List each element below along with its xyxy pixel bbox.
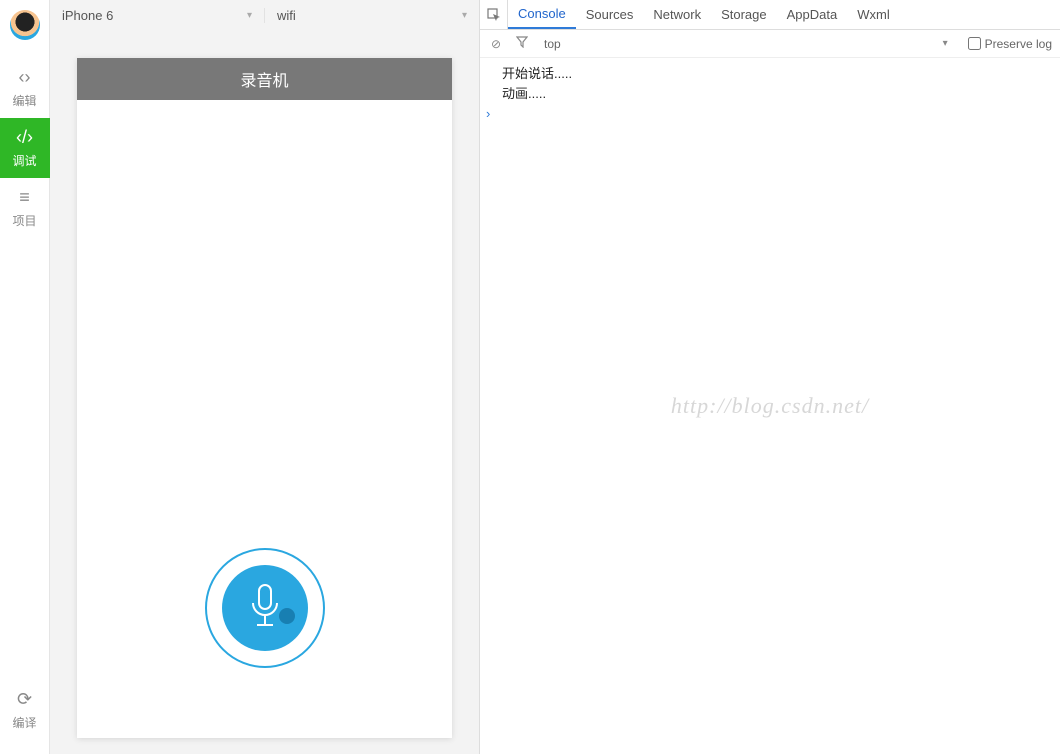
sidebar-item-label: 调试	[12, 152, 36, 169]
tab-label: Console	[518, 6, 566, 21]
console-line: 开始说话.....	[498, 64, 1060, 84]
tab-sources[interactable]: Sources	[576, 0, 644, 29]
record-button[interactable]	[205, 548, 325, 668]
tab-wxml[interactable]: Wxml	[847, 0, 900, 29]
sidebar-item-debug[interactable]: ‹/› 调试	[0, 118, 50, 178]
microphone-icon	[245, 583, 285, 633]
tab-label: Storage	[721, 7, 767, 22]
device-select[interactable]: iPhone 6 ▾	[50, 8, 265, 23]
console-prompt-icon: ›	[486, 104, 490, 124]
sidebar-item-project[interactable]: ≡ 项目	[0, 178, 50, 238]
chevron-down-icon: ▾	[247, 10, 252, 21]
console-line: 动画.....	[498, 84, 1060, 104]
debug-icon: ‹/›	[16, 127, 33, 148]
sidebar-item-compile[interactable]: ⟳ 编译	[0, 680, 50, 740]
left-sidebar: ‹› 编辑 ‹/› 调试 ≡ 项目 ⟳ 编译	[0, 0, 50, 754]
sidebar-item-edit[interactable]: ‹› 编辑	[0, 58, 50, 118]
console-toolbar: ⊘ top ▾ Preserve log	[480, 30, 1060, 58]
record-core	[222, 565, 308, 651]
tab-label: AppData	[787, 7, 838, 22]
chevron-down-icon: ▾	[943, 38, 948, 49]
tab-label: Sources	[586, 7, 634, 22]
chevron-down-icon: ▾	[462, 10, 467, 21]
context-select[interactable]: top	[544, 37, 561, 51]
tab-label: Wxml	[857, 7, 890, 22]
code-icon: ‹›	[19, 67, 31, 88]
preserve-log-toggle[interactable]: Preserve log	[968, 37, 1052, 51]
devtools-tabs: Console Sources Network Storage AppData …	[480, 0, 1060, 30]
tab-network[interactable]: Network	[643, 0, 711, 29]
preserve-log-label: Preserve log	[985, 37, 1052, 51]
phone-frame: 录音机	[77, 58, 452, 738]
compile-icon: ⟳	[17, 689, 32, 710]
network-select-value: wifi	[277, 8, 296, 23]
tab-appdata[interactable]: AppData	[777, 0, 848, 29]
tab-storage[interactable]: Storage	[711, 0, 777, 29]
tab-label: Network	[653, 7, 701, 22]
device-select-value: iPhone 6	[62, 8, 113, 23]
simulator-header: iPhone 6 ▾ wifi ▾	[50, 0, 479, 30]
tab-console[interactable]: Console	[508, 0, 576, 29]
sidebar-item-label: 编译	[12, 714, 36, 731]
app-title: 录音机	[240, 67, 288, 91]
clear-console-icon[interactable]: ⊘	[488, 37, 504, 51]
network-select[interactable]: wifi ▾	[265, 8, 479, 23]
avatar[interactable]	[10, 10, 40, 40]
console-output[interactable]: 开始说话..... 动画..... › http://blog.csdn.net…	[480, 58, 1060, 754]
app-content	[77, 100, 452, 738]
preserve-log-checkbox[interactable]	[968, 37, 981, 50]
app-navbar: 录音机	[77, 58, 452, 100]
watermark-text: http://blog.csdn.net/	[671, 393, 869, 419]
element-picker-icon[interactable]	[480, 0, 508, 29]
filter-icon[interactable]	[514, 36, 530, 51]
sidebar-item-label: 编辑	[12, 92, 36, 109]
simulator-panel: iPhone 6 ▾ wifi ▾ 录音机	[50, 0, 480, 754]
menu-icon: ≡	[19, 187, 30, 208]
devtools-panel: Console Sources Network Storage AppData …	[480, 0, 1060, 754]
sidebar-item-label: 项目	[12, 212, 36, 229]
